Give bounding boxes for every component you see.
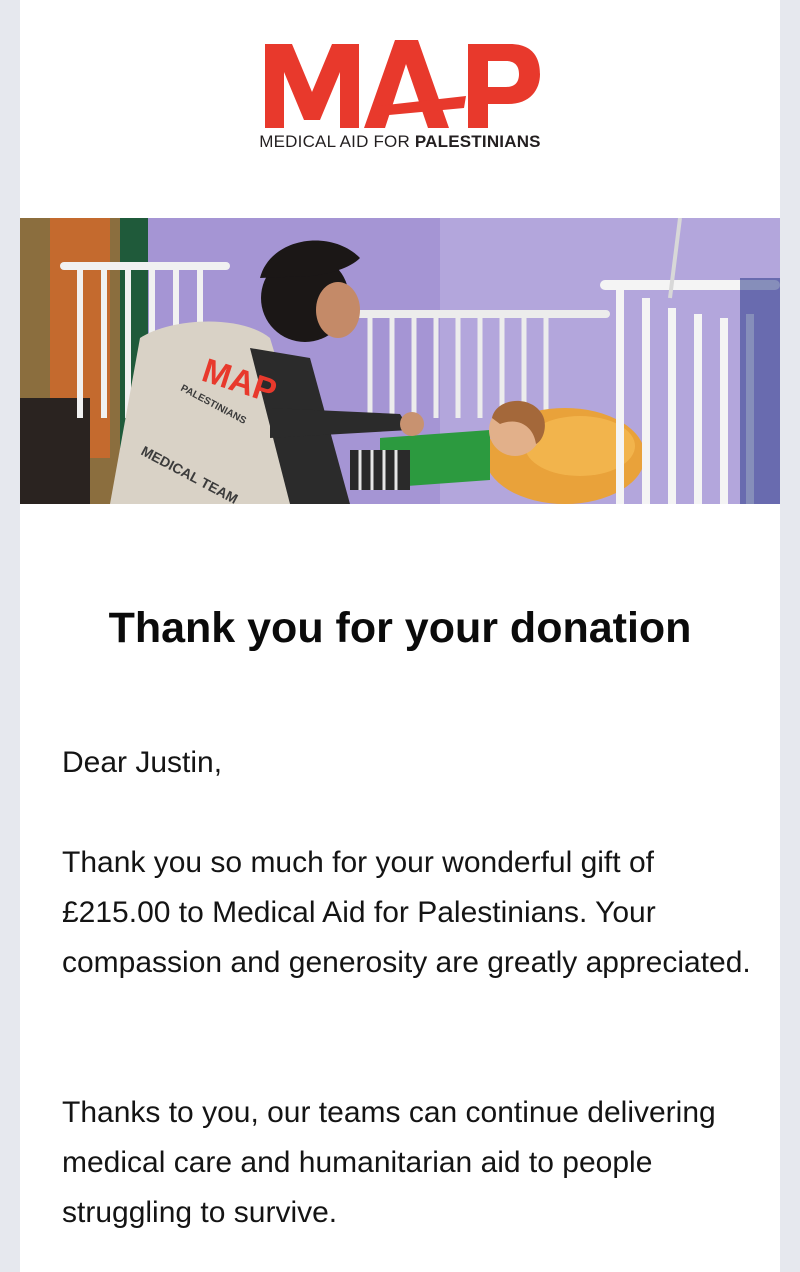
impact-paragraph: Thanks to you, our teams can continue de… — [62, 1096, 716, 1229]
greeting: Dear Justin, — [62, 746, 223, 779]
tagline-bold: PALESTINIANS — [414, 132, 541, 151]
thank-you-paragraph: Thank you so much for your wonderful gif… — [62, 846, 751, 979]
email-heading: Thank you for your donation — [108, 604, 692, 652]
map-logo-mark — [265, 40, 540, 128]
tagline-regular: MEDICAL AID FOR — [259, 132, 415, 151]
email-card: MEDICAL AID FOR PALESTINIANS MAP PALESTI… — [20, 0, 780, 1272]
logo-tagline: MEDICAL AID FOR PALESTINIANS — [20, 132, 780, 152]
hero-photo: MAP PALESTINIANS MEDICAL TEAM — [20, 218, 780, 504]
hero-photo-illustration: MAP PALESTINIANS MEDICAL TEAM — [20, 218, 780, 504]
map-logo[interactable]: MEDICAL AID FOR PALESTINIANS — [20, 28, 780, 158]
